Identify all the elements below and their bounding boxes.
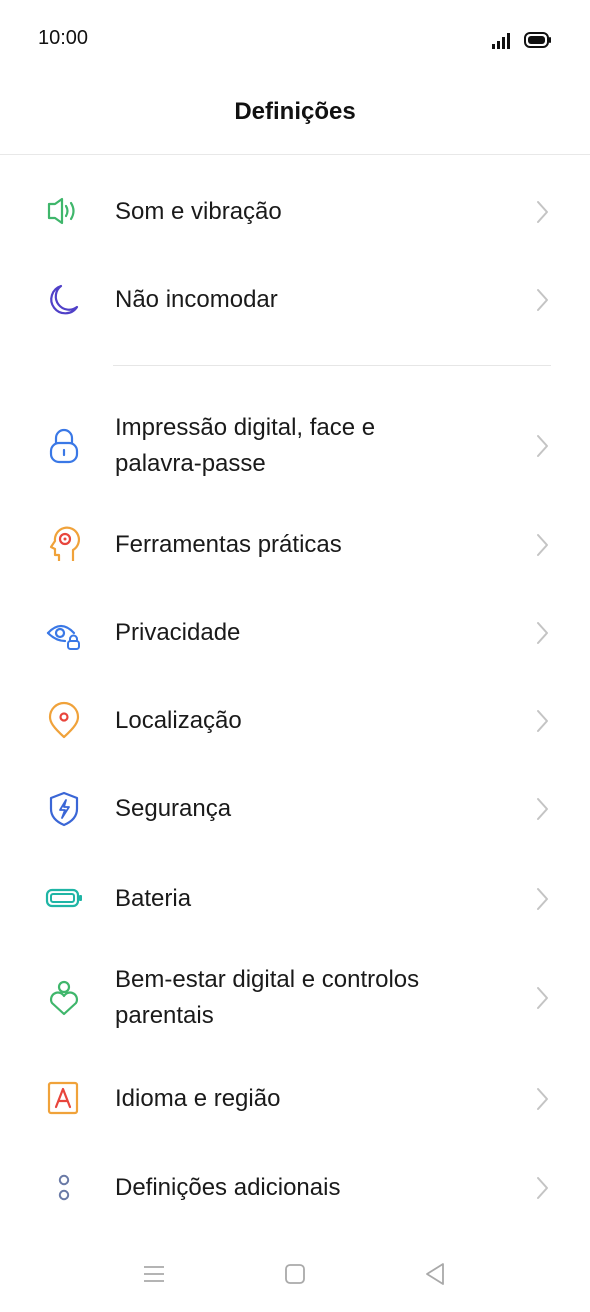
settings-item-do-not-disturb[interactable]: Não incomodar <box>0 256 590 344</box>
settings-item-security[interactable]: Segurança <box>0 765 590 853</box>
signal-icon <box>492 33 510 49</box>
status-bar: 10:00 <box>0 0 590 78</box>
chevron-right-icon <box>537 201 548 223</box>
chevron-right-icon <box>537 435 548 457</box>
settings-item-label: Segurança <box>115 795 232 822</box>
chevron-right-icon <box>537 987 548 1009</box>
settings-item-label: Impressão digital, face e palavra-passe <box>115 414 376 477</box>
person-heart-icon <box>44 978 84 1018</box>
battery-full-icon <box>524 32 551 48</box>
page-title: Definições <box>234 98 356 125</box>
title-bar: Definições <box>0 78 590 155</box>
settings-item-practical-tools[interactable]: Ferramentas práticas <box>0 501 590 589</box>
settings-item-label: Idioma e região <box>115 1085 281 1112</box>
settings-item-label: Bateria <box>115 885 192 912</box>
settings-item-label: Localização <box>115 707 242 734</box>
home-square-icon[interactable] <box>280 1259 310 1289</box>
chevron-right-icon <box>537 289 548 311</box>
settings-item-battery[interactable]: Bateria <box>0 853 590 941</box>
location-pin-icon <box>44 701 84 741</box>
lock-icon <box>44 426 84 466</box>
settings-item-digital-wellbeing[interactable]: Bem-estar digital e controlos parentais <box>0 950 590 1046</box>
settings-item-label: Som e vibração <box>115 198 282 225</box>
settings-item-sound[interactable]: Som e vibração <box>0 168 590 256</box>
chevron-right-icon <box>537 798 548 820</box>
settings-item-privacy[interactable]: Privacidade <box>0 589 590 677</box>
chevron-right-icon <box>537 622 548 644</box>
head-gear-icon <box>44 525 84 565</box>
settings-item-additional-settings[interactable]: Definições adicionais <box>0 1142 590 1234</box>
moon-icon <box>44 280 84 320</box>
divider <box>113 365 551 366</box>
chevron-right-icon <box>537 1177 548 1199</box>
settings-item-label: Bem-estar digital e controlos parentais <box>115 966 420 1029</box>
settings-item-label: Não incomodar <box>115 286 278 313</box>
back-triangle-icon[interactable] <box>420 1259 450 1289</box>
chevron-right-icon <box>537 1088 548 1110</box>
chevron-right-icon <box>537 534 548 556</box>
chevron-right-icon <box>537 888 548 910</box>
battery-icon <box>44 878 84 918</box>
settings-item-location[interactable]: Localização <box>0 677 590 765</box>
status-time: 10:00 <box>38 27 89 49</box>
chevron-right-icon <box>537 710 548 732</box>
status-icons <box>492 30 552 50</box>
speaker-icon <box>44 191 84 231</box>
eye-lock-icon <box>44 613 84 653</box>
settings-item-label: Privacidade <box>115 619 241 646</box>
settings-item-fingerprint-face-password[interactable]: Impressão digital, face e palavra-passe <box>0 400 590 492</box>
shield-bolt-icon <box>44 789 84 829</box>
settings-item-language-region[interactable]: Idioma e região <box>0 1054 590 1142</box>
dots-vertical-icon <box>44 1168 84 1208</box>
navigation-bar <box>0 1245 590 1305</box>
language-a-icon <box>44 1079 84 1119</box>
settings-item-label: Definições adicionais <box>115 1174 341 1201</box>
menu-icon[interactable] <box>139 1259 169 1289</box>
settings-item-label: Ferramentas práticas <box>115 531 342 558</box>
